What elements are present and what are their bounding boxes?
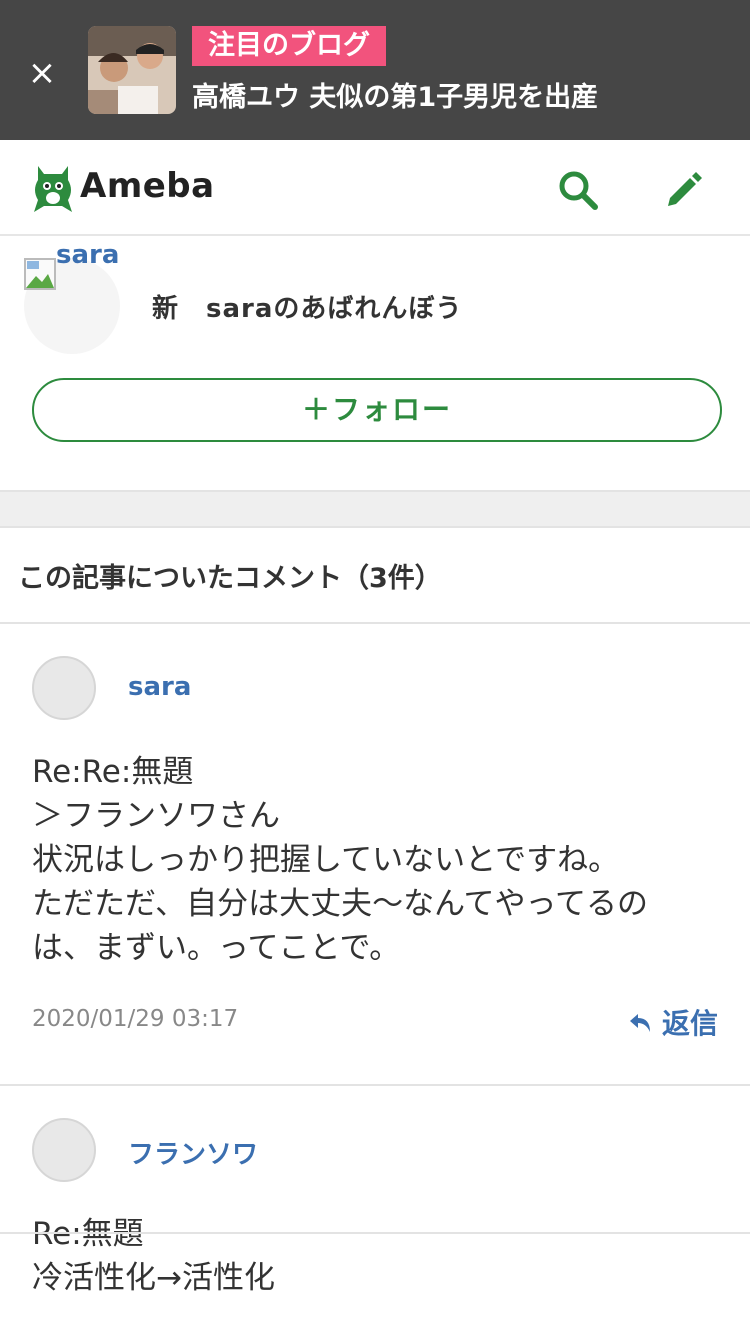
comment-date: 2020/01/29 03:17 <box>32 1006 239 1032</box>
comment-line: Re:Re:無題 <box>32 754 194 790</box>
edit-pencil-icon[interactable] <box>662 168 706 212</box>
comment-line: 状況はしっかり把握していないとですね。 <box>32 842 620 878</box>
comment-line: Re:無題 <box>32 1216 144 1252</box>
commenter-avatar[interactable] <box>32 1118 96 1182</box>
blog-profile: sara 新 saraのあばれんぼう ＋フォロー <box>0 236 750 490</box>
comment-body: Re:無題 冷活性化→活性化 <box>32 1212 722 1300</box>
search-icon[interactable] <box>556 168 600 212</box>
commenter-name[interactable]: sara <box>128 672 191 702</box>
reply-button[interactable]: 返信 <box>628 1002 718 1042</box>
commenter-name[interactable]: フランソワ <box>128 1134 258 1171</box>
comment-line: は、まずい。ってことで。 <box>32 930 401 966</box>
banner-tag: 注目のブログ <box>192 26 386 66</box>
comments-heading-text: この記事についたコメント（3件） <box>18 563 442 594</box>
comment-line: ただただ、自分は大丈夫～なんてやってるの <box>32 886 648 922</box>
reply-label: 返信 <box>661 1007 718 1040</box>
bottom-toolbar-edge <box>0 1232 750 1234</box>
comment-line: ＞フランソワさん <box>32 798 280 834</box>
broken-image-icon <box>24 258 56 290</box>
section-divider <box>0 490 750 528</box>
photo-thumbnail-icon <box>88 26 176 114</box>
commenter-avatar[interactable] <box>32 656 96 720</box>
logo-text[interactable]: Ameba <box>80 166 215 206</box>
banner-thumbnail[interactable] <box>88 26 176 114</box>
comment-item: フランソワ Re:無題 冷活性化→活性化 <box>0 1086 750 1334</box>
avatar-alt-text: sara <box>56 240 120 270</box>
comments-heading: この記事についたコメント（3件） <box>0 526 750 624</box>
comment-line: 冷活性化→活性化 <box>32 1260 275 1296</box>
blog-title[interactable]: 新 saraのあばれんぼう <box>152 288 462 325</box>
app-header: Ameba <box>0 140 750 236</box>
comment-body: Re:Re:無題 ＞フランソワさん 状況はしっかり把握していないとですね。 ただ… <box>32 750 722 970</box>
close-icon[interactable]: × <box>27 56 57 90</box>
comment-item: sara Re:Re:無題 ＞フランソワさん 状況はしっかり把握していないとです… <box>0 624 750 1084</box>
reply-icon <box>629 1014 650 1032</box>
follow-button[interactable]: ＋フォロー <box>32 378 722 442</box>
promo-banner[interactable]: × 注目のブログ 高橋ユウ 夫似の第1子男児を出産 <box>0 0 750 140</box>
ameba-logo-icon[interactable] <box>32 162 74 214</box>
banner-title[interactable]: 高橋ユウ 夫似の第1子男児を出産 <box>192 78 732 118</box>
